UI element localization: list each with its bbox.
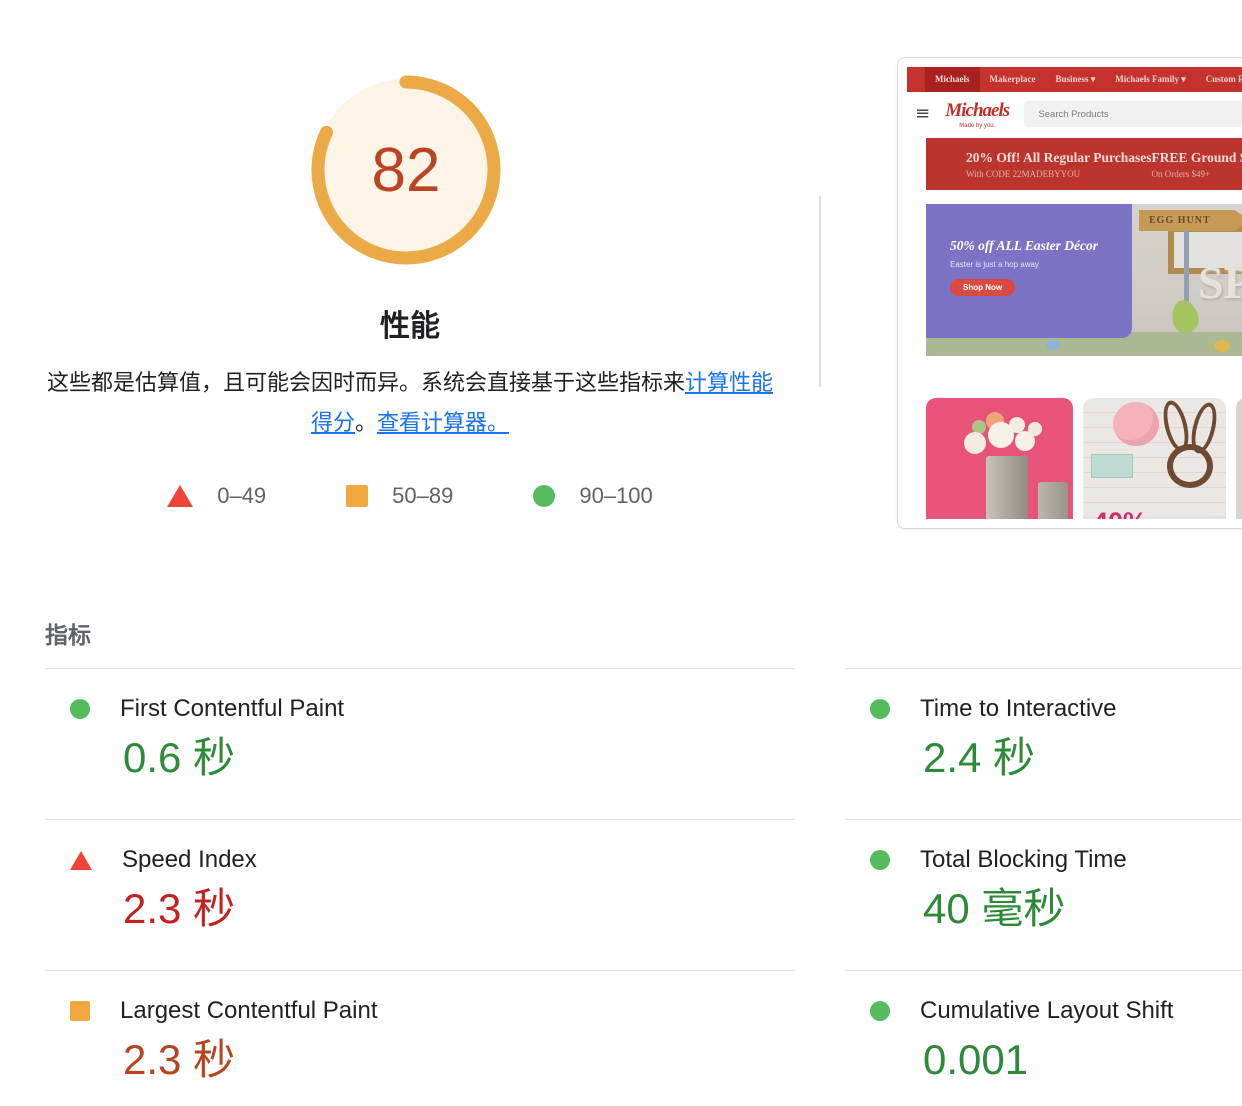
shop-now-button: Shop Now bbox=[950, 279, 1016, 296]
michaels-tagline: Made by you. bbox=[959, 122, 996, 129]
metric-name: Time to Interactive bbox=[920, 695, 1117, 722]
pass-circle-icon bbox=[870, 1001, 890, 1022]
promo-left: 20% Off! All Regular Purchases With CODE… bbox=[966, 150, 1152, 179]
metric-name: First Contentful Paint bbox=[120, 695, 345, 722]
metric-name: Largest Contentful Paint bbox=[120, 997, 378, 1025]
page-screenshot-thumbnail: Michaels Makerplace Business ▾ Michaels … bbox=[897, 57, 1242, 529]
hero-offer-panel: 50% off ALL Easter Décor Easter is just … bbox=[926, 204, 1132, 338]
average-square-icon bbox=[70, 1001, 90, 1022]
thumb-site-header: ≡ Michaels Made by you. Search Products bbox=[907, 92, 1242, 136]
michaels-logo-text: Michaels bbox=[945, 99, 1010, 121]
thumb-nav-item: Business ▾ bbox=[1055, 74, 1096, 84]
egg-hunt-sign: EGG HUNT bbox=[1139, 210, 1242, 231]
pagespeed-performance-report: 82 性能 这些都是估算值，且可能会因时而异。系统会直接基于这些指标来计算性能得… bbox=[0, 0, 1242, 1106]
metrics-right-column: Time to Interactive 2.4 秒 Total Blocking… bbox=[845, 668, 1242, 1106]
metric-time-to-interactive: Time to Interactive 2.4 秒 bbox=[845, 668, 1242, 819]
flowers-image bbox=[988, 422, 1014, 448]
promo-title: 20% Off! All Regular Purchases bbox=[966, 149, 1152, 165]
performance-score-value: 82 bbox=[371, 135, 441, 205]
thumb-search-box: Search Products bbox=[1024, 101, 1242, 127]
legend-label: 50–89 bbox=[392, 483, 454, 508]
metric-value: 0.001 bbox=[923, 1036, 1029, 1084]
average-square-icon bbox=[346, 485, 369, 507]
metric-first-contentful-paint: First Contentful Paint 0.6 秒 bbox=[45, 668, 795, 819]
metric-value: 2.3 秒 bbox=[123, 885, 236, 933]
metrics-section-header: 指标 bbox=[45, 622, 91, 648]
thumb-product-tiles: 40%OFF 40%OFF ALL Easter Décor bbox=[926, 398, 1242, 519]
description-text: 这些都是估算值，且可能会因时而异。系统会直接基于这些指标来 bbox=[46, 370, 685, 395]
score-description: 这些都是估算值，且可能会因时而异。系统会直接基于这些指标来计算性能得分。查看计算… bbox=[40, 363, 780, 443]
fail-triangle-icon bbox=[167, 485, 194, 507]
thumb-top-nav: Michaels Makerplace Business ▾ Michaels … bbox=[907, 67, 1242, 92]
promo-tile-partial bbox=[1236, 398, 1242, 519]
score-legend: 0–49 50–89 90–100 bbox=[0, 483, 820, 509]
fail-triangle-icon bbox=[70, 850, 92, 870]
promo-subtitle: With CODE 22MADEBYYOU bbox=[966, 168, 1081, 179]
metric-name: Speed Index bbox=[122, 846, 257, 874]
michaels-site-screenshot: Michaels Makerplace Business ▾ Michaels … bbox=[907, 67, 1242, 519]
metric-largest-contentful-paint: Largest Contentful Paint 2.3 秒 bbox=[45, 970, 795, 1106]
metric-total-blocking-time: Total Blocking Time 40 毫秒 bbox=[845, 819, 1242, 970]
pass-circle-icon bbox=[870, 699, 890, 719]
legend-item-pass: 90–100 bbox=[533, 483, 653, 509]
metric-name: Cumulative Layout Shift bbox=[920, 997, 1174, 1025]
metric-value: 2.3 秒 bbox=[123, 1036, 236, 1084]
michaels-logo: Michaels Made by you. bbox=[940, 100, 1014, 129]
vase-image bbox=[1038, 482, 1068, 519]
pass-circle-icon bbox=[70, 699, 90, 719]
pass-circle-icon bbox=[870, 850, 890, 871]
legend-label: 90–100 bbox=[579, 483, 653, 508]
column-divider bbox=[819, 196, 821, 387]
metrics-left-column: First Contentful Paint 0.6 秒 Speed Index… bbox=[45, 668, 795, 1106]
promo-right-subtitle: On Orders $49+ bbox=[1151, 168, 1211, 179]
description-separator: 。 bbox=[354, 410, 377, 435]
pom-pom-image bbox=[1113, 402, 1159, 446]
metric-value: 40 毫秒 bbox=[923, 885, 1066, 933]
pass-circle-icon bbox=[533, 485, 556, 507]
legend-label: 0–49 bbox=[217, 483, 267, 508]
spring-letters: SP bbox=[1198, 257, 1242, 308]
metric-value: 2.4 秒 bbox=[923, 734, 1036, 781]
easter-egg-image bbox=[1046, 340, 1060, 350]
legend-item-average: 50–89 bbox=[346, 483, 453, 509]
metric-name: Total Blocking Time bbox=[920, 846, 1127, 874]
promo-right: FREE Ground Shipping On Orders $49+ bbox=[1152, 150, 1242, 179]
green-egg-image bbox=[1168, 297, 1202, 336]
view-calculator-link[interactable]: 查看计算器。 bbox=[377, 410, 509, 435]
metric-speed-index: Speed Index 2.3 秒 bbox=[45, 819, 795, 970]
thumb-nav-item: Makerplace bbox=[989, 74, 1036, 84]
thumb-hero-banner: EGG HUNT SP 50% off ALL Easter Décor Eas… bbox=[926, 204, 1242, 356]
thumb-nav-item: Custom Framing bbox=[1205, 74, 1242, 84]
vase-image bbox=[986, 456, 1028, 519]
hero-offer-subtitle: Easter is just a hop away bbox=[950, 260, 1039, 269]
thumb-nav-item: Michaels bbox=[925, 67, 980, 92]
metric-cumulative-layout-shift: Cumulative Layout Shift 0.001 bbox=[845, 970, 1242, 1106]
easter-egg-image bbox=[1214, 340, 1230, 352]
thumb-promo-banner: 20% Off! All Regular Purchases With CODE… bbox=[926, 138, 1242, 190]
performance-title: 性能 bbox=[380, 310, 440, 343]
hamburger-menu-icon: ≡ bbox=[915, 103, 931, 124]
metric-value: 0.6 秒 bbox=[123, 734, 236, 781]
legend-item-fail: 0–49 bbox=[167, 483, 266, 509]
promo-right-title: FREE Ground Shipping bbox=[1151, 149, 1242, 165]
wreath-image bbox=[1167, 444, 1213, 488]
hero-offer-title: 50% off ALL Easter Décor bbox=[950, 238, 1098, 253]
promo-tile-flowers: 40%OFF bbox=[926, 398, 1073, 519]
performance-score-gauge[interactable]: 82 bbox=[308, 72, 504, 268]
promo-tile-easter-decor: 40%OFF ALL Easter Décor bbox=[1083, 398, 1226, 519]
discount-badge: 40%OFF bbox=[1093, 509, 1165, 520]
wall-sign-image bbox=[1091, 454, 1133, 478]
thumb-nav-item: Michaels Family ▾ bbox=[1115, 74, 1186, 84]
